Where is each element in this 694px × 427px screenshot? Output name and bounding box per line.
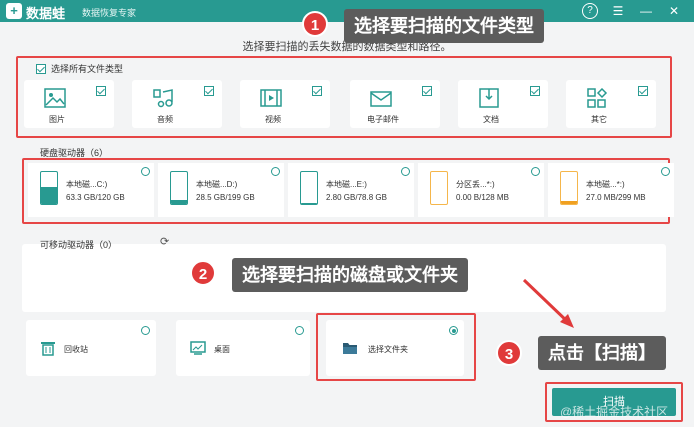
email-icon	[370, 91, 392, 107]
image-icon	[44, 88, 66, 108]
recycle-bin-icon	[41, 342, 55, 356]
step-badge-1: 1	[302, 11, 328, 37]
drive-card[interactable]: 本地磁...*:) 27.0 MB/299 MB	[548, 163, 674, 217]
desktop-icon	[190, 341, 206, 355]
folder-highlight	[316, 313, 476, 381]
drive-icon	[300, 171, 318, 205]
callout-2: 选择要扫描的磁盘或文件夹	[232, 258, 468, 292]
select-all-checkbox[interactable]	[36, 63, 46, 74]
drive-icon	[560, 171, 578, 205]
select-all-file-types[interactable]: 选择所有文件类型	[36, 62, 123, 75]
drive-radio[interactable]	[531, 167, 540, 176]
file-type-label: 图片	[49, 115, 65, 124]
watermark: @稀土掘金技术社区	[560, 405, 669, 419]
file-type-card-video[interactable]: 视频	[240, 80, 330, 128]
document-checkbox[interactable]	[530, 86, 540, 96]
drive-name: 本地磁...*:)	[586, 180, 625, 189]
desktop-radio[interactable]	[295, 326, 304, 335]
drive-card[interactable]: 本地磁...E:) 2.80 GB/78.8 GB	[288, 163, 414, 217]
desktop-card[interactable]: 桌面	[176, 320, 310, 376]
file-type-card-email[interactable]: 电子邮件	[350, 80, 440, 128]
app-logo-icon: +	[6, 3, 22, 19]
video-icon	[260, 89, 282, 107]
drive-radio[interactable]	[401, 167, 410, 176]
drive-usage-fill	[171, 199, 187, 204]
drive-size: 63.3 GB/120 GB	[66, 193, 125, 202]
image-checkbox[interactable]	[96, 86, 106, 96]
select-all-label: 选择所有文件类型	[51, 64, 124, 74]
location-label: 桌面	[214, 345, 230, 354]
drive-size: 28.5 GB/199 GB	[196, 193, 255, 202]
removable-drives-label: 可移动驱动器（0）	[40, 240, 118, 250]
drive-card[interactable]: 本地磁...D:) 28.5 GB/199 GB	[158, 163, 284, 217]
file-type-label: 文档	[483, 115, 499, 124]
close-button[interactable]: ✕	[666, 3, 682, 19]
drive-usage-fill	[41, 187, 57, 204]
callout-3: 点击【扫描】	[538, 336, 666, 370]
minimize-button[interactable]: —	[638, 3, 654, 19]
drive-radio[interactable]	[661, 167, 670, 176]
drive-usage-fill	[301, 202, 317, 204]
menu-icon[interactable]: ☰	[610, 3, 626, 19]
drive-card[interactable]: 本地磁...C:) 63.3 GB/120 GB	[28, 163, 154, 217]
video-checkbox[interactable]	[312, 86, 322, 96]
drive-card[interactable]: 分区丢...*:) 0.00 B/128 MB	[418, 163, 544, 217]
drive-name: 本地磁...E:)	[326, 180, 367, 189]
drive-size: 2.80 GB/78.8 GB	[326, 193, 387, 202]
help-icon[interactable]: ?	[582, 3, 598, 19]
drive-size: 0.00 B/128 MB	[456, 193, 509, 202]
callout-1: 选择要扫描的文件类型	[344, 9, 544, 43]
file-type-card-image[interactable]: 图片	[24, 80, 114, 128]
other-checkbox[interactable]	[638, 86, 648, 96]
drive-name: 本地磁...D:)	[196, 180, 238, 189]
drive-size: 27.0 MB/299 MB	[586, 193, 646, 202]
drive-radio[interactable]	[141, 167, 150, 176]
recycle-bin-card[interactable]: 回收站	[26, 320, 156, 376]
recycle-bin-radio[interactable]	[141, 326, 150, 335]
drive-name: 本地磁...C:)	[66, 180, 108, 189]
drive-usage-fill	[561, 201, 577, 204]
file-type-card-other[interactable]: 其它	[566, 80, 656, 128]
refresh-icon[interactable]: ⟳	[160, 236, 172, 248]
arrow-icon	[522, 278, 574, 328]
file-type-label: 电子邮件	[367, 115, 399, 124]
location-label: 回收站	[64, 345, 88, 354]
file-type-card-audio[interactable]: 音频	[132, 80, 222, 128]
file-type-label: 其它	[591, 115, 607, 124]
step-badge-3: 3	[496, 340, 522, 366]
app-name: 数据蛙	[26, 6, 66, 21]
app-subtitle: 数据恢复专家	[82, 8, 137, 18]
drive-icon	[40, 171, 58, 205]
drive-radio[interactable]	[271, 167, 280, 176]
drive-icon	[430, 171, 448, 205]
file-type-label: 视频	[265, 115, 281, 124]
file-type-label: 音频	[157, 115, 173, 124]
drive-name: 分区丢...*:)	[456, 180, 495, 189]
audio-checkbox[interactable]	[204, 86, 214, 96]
audio-icon	[153, 89, 173, 108]
drive-icon	[170, 171, 188, 205]
other-icon	[587, 88, 608, 108]
document-icon	[479, 88, 499, 108]
file-type-card-document[interactable]: 文档	[458, 80, 548, 128]
step-badge-2: 2	[190, 260, 216, 286]
email-checkbox[interactable]	[422, 86, 432, 96]
